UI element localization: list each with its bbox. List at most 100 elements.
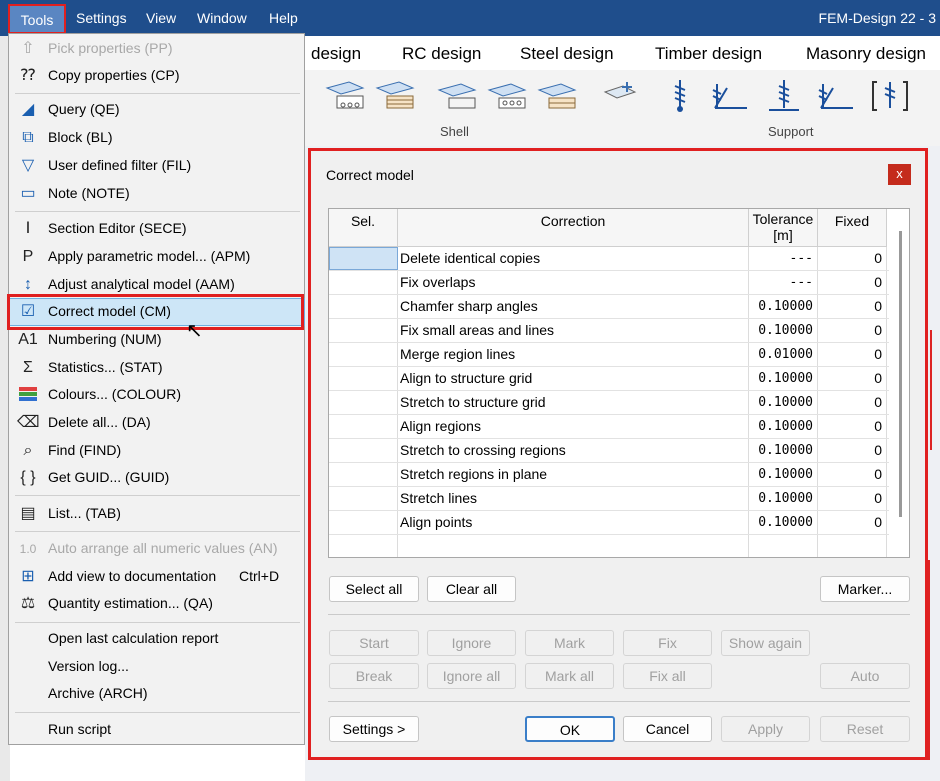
table-row[interactable]: Fix small areas and lines 0.10000 0 (329, 319, 889, 343)
select-cell[interactable] (329, 367, 398, 390)
column-header-correction[interactable]: Correction (398, 209, 749, 247)
menu-help[interactable]: Help (269, 0, 298, 36)
menu-item-list[interactable]: ▤ List... (TAB) (9, 501, 304, 527)
select-cell[interactable] (329, 319, 398, 342)
menu-settings[interactable]: Settings (76, 0, 127, 36)
shell-timber-icon[interactable] (535, 78, 581, 114)
select-cell[interactable] (329, 343, 398, 366)
tolerance-cell[interactable]: 0.10000 (749, 415, 818, 438)
menu-item-colours[interactable]: Colours... (COLOUR) (9, 382, 304, 408)
menu-tools[interactable]: Tools (8, 4, 66, 34)
column-header-tolerance[interactable]: Tolerance [m] (749, 209, 818, 247)
tab-timber-design[interactable]: Timber design (655, 44, 762, 64)
table-row[interactable]: Stretch lines 0.10000 0 (329, 487, 889, 511)
tab-steel-design[interactable]: Steel design (520, 44, 614, 64)
select-cell[interactable] (329, 463, 398, 486)
menu-item-filter[interactable]: ▽ User defined filter (FIL) (9, 153, 304, 179)
select-cell[interactable] (329, 415, 398, 438)
mark-all-button[interactable]: Mark all (525, 663, 614, 689)
shell-icon[interactable] (323, 78, 369, 114)
shell-edit-icon[interactable] (601, 78, 647, 114)
menu-item-version-log[interactable]: Version log... (9, 654, 304, 680)
surface-support-icon[interactable] (761, 78, 807, 114)
fix-button[interactable]: Fix (623, 630, 712, 656)
table-row[interactable]: Fix overlaps --- 0 (329, 271, 889, 295)
menu-item-numbering[interactable]: A1 Numbering (NUM) (9, 327, 304, 353)
tolerance-cell[interactable]: 0.10000 (749, 295, 818, 318)
clear-all-button[interactable]: Clear all (427, 576, 516, 602)
tolerance-cell[interactable]: 0.10000 (749, 463, 818, 486)
mark-button[interactable]: Mark (525, 630, 614, 656)
tolerance-cell[interactable]: --- (749, 271, 818, 294)
menu-item-statistics[interactable]: Σ Statistics... (STAT) (9, 355, 304, 381)
select-cell[interactable] (329, 247, 398, 270)
ok-button[interactable]: OK (525, 716, 615, 742)
tab-rc-design[interactable]: RC design (402, 44, 481, 64)
auto-button[interactable]: Auto (820, 663, 910, 689)
table-row[interactable]: Align points 0.10000 0 (329, 511, 889, 535)
ignore-button[interactable]: Ignore (427, 630, 516, 656)
menu-view[interactable]: View (146, 0, 176, 36)
table-row[interactable]: Align regions 0.10000 0 (329, 415, 889, 439)
menu-item-add-view[interactable]: ⊞ Add view to documentation Ctrl+D (9, 564, 304, 590)
column-header-sel[interactable]: Sel. (329, 209, 398, 247)
reset-button[interactable]: Reset (820, 716, 910, 742)
select-all-button[interactable]: Select all (329, 576, 419, 602)
table-row[interactable]: Delete identical copies --- 0 (329, 247, 889, 271)
table-row[interactable]: Stretch to crossing regions 0.10000 0 (329, 439, 889, 463)
table-row[interactable]: Align to structure grid 0.10000 0 (329, 367, 889, 391)
tolerance-cell[interactable]: 0.10000 (749, 439, 818, 462)
vertical-scrollbar[interactable] (899, 231, 902, 517)
menu-item-query[interactable]: ◢ Query (QE) (9, 97, 304, 123)
line-support-icon[interactable] (707, 78, 753, 114)
support-bracket-icon[interactable] (867, 78, 913, 114)
menu-item-find[interactable]: ⌕ Find (FIND) (9, 438, 304, 464)
menu-item-delete-all[interactable]: ⌫ Delete all... (DA) (9, 410, 304, 436)
select-cell[interactable] (329, 295, 398, 318)
select-cell[interactable] (329, 391, 398, 414)
shell-profiled-icon[interactable] (373, 78, 419, 114)
shell-hollow-icon[interactable] (485, 78, 531, 114)
tab-masonry-design[interactable]: Masonry design (806, 44, 926, 64)
select-cell[interactable] (329, 439, 398, 462)
menu-item-quantity-estimation[interactable]: ⚖ Quantity estimation... (QA) (9, 591, 304, 617)
apply-button[interactable]: Apply (721, 716, 810, 742)
menu-item-copy-properties[interactable]: ⁇ Copy properties (CP) (9, 63, 304, 89)
menu-item-block[interactable]: ⧉ Block (BL) (9, 125, 304, 151)
tolerance-cell[interactable]: 0.10000 (749, 511, 818, 534)
tab-design[interactable]: design (311, 44, 361, 64)
tolerance-cell[interactable]: 0.10000 (749, 391, 818, 414)
menu-item-open-last-report[interactable]: Open last calculation report (9, 626, 304, 652)
menu-item-run-script[interactable]: Run script (9, 717, 304, 743)
menu-item-get-guid[interactable]: { } Get GUID... (GUID) (9, 465, 304, 491)
break-button[interactable]: Break (329, 663, 419, 689)
start-button[interactable]: Start (329, 630, 419, 656)
table-row[interactable]: Stretch to structure grid 0.10000 0 (329, 391, 889, 415)
tolerance-cell[interactable]: 0.01000 (749, 343, 818, 366)
select-cell[interactable] (329, 487, 398, 510)
settings-button[interactable]: Settings > (329, 716, 419, 742)
point-support-icon[interactable] (657, 78, 703, 114)
marker-button[interactable]: Marker... (820, 576, 910, 602)
table-row[interactable]: Merge region lines 0.01000 0 (329, 343, 889, 367)
column-header-fixed[interactable]: Fixed (818, 209, 887, 247)
tolerance-cell[interactable]: --- (749, 247, 818, 270)
tolerance-cell[interactable]: 0.10000 (749, 319, 818, 342)
menu-item-archive[interactable]: Archive (ARCH) (9, 681, 304, 707)
menu-item-note[interactable]: ▭ Note (NOTE) (9, 181, 304, 207)
select-cell[interactable] (329, 271, 398, 294)
table-row[interactable]: Stretch regions in plane 0.10000 0 (329, 463, 889, 487)
shell-plate-icon[interactable] (435, 78, 481, 114)
tolerance-cell[interactable]: 0.10000 (749, 487, 818, 510)
menu-item-section-editor[interactable]: Ⅰ Section Editor (SECE) (9, 216, 304, 242)
ignore-all-button[interactable]: Ignore all (427, 663, 516, 689)
show-again-button[interactable]: Show again (721, 630, 810, 656)
menu-window[interactable]: Window (197, 0, 247, 36)
tolerance-cell[interactable]: 0.10000 (749, 367, 818, 390)
fix-all-button[interactable]: Fix all (623, 663, 712, 689)
menu-item-apply-parametric[interactable]: P Apply parametric model... (APM) (9, 244, 304, 270)
cancel-button[interactable]: Cancel (623, 716, 712, 742)
table-row[interactable]: Chamfer sharp angles 0.10000 0 (329, 295, 889, 319)
support-group-icon[interactable] (813, 78, 859, 114)
close-icon[interactable]: x (888, 164, 911, 185)
